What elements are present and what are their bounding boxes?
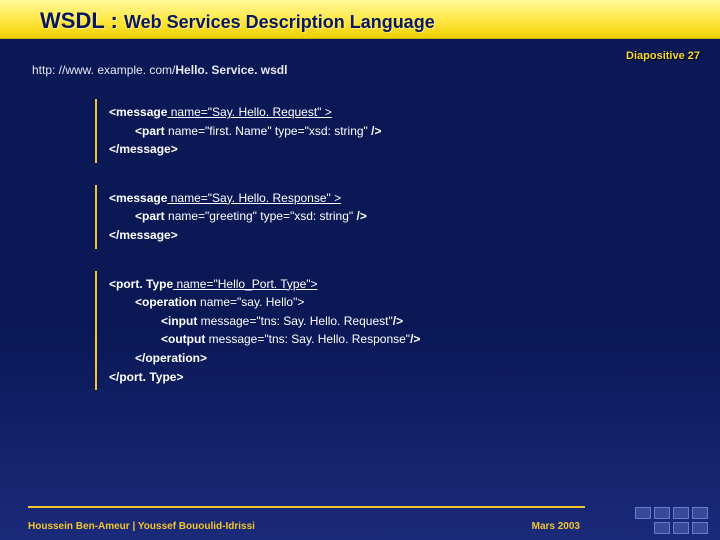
footer-author: Houssein Ben-Ameur | Youssef Bououlid-Id… [28, 521, 255, 532]
message-request-block: <message name="Say. Hello. Request" > <p… [95, 99, 720, 163]
porttype-block: <port. Type name="Hello_Port. Type"> <op… [95, 271, 720, 391]
message-response-block: <message name="Say. Hello. Response" > <… [95, 185, 720, 249]
slide-footer: Houssein Ben-Ameur | Youssef Bououlid-Id… [0, 506, 720, 540]
slide-header: WSDL : Web Services Description Language [0, 0, 720, 39]
footer-decoration [635, 504, 708, 534]
slide-title: WSDL : Web Services Description Language [40, 8, 720, 34]
code-content: <message name="Say. Hello. Request" > <p… [95, 99, 720, 390]
footer-date: Mars 2003 [532, 521, 580, 532]
slide-number-badge: Diapositive 27 [620, 48, 706, 64]
footer-divider [28, 506, 585, 508]
title-sub: Web Services Description Language [124, 12, 435, 32]
url-file: Hello. Service. wsdl [175, 63, 287, 77]
url-prefix: http: //www. example. com/ [32, 63, 175, 77]
title-main: WSDL : [40, 8, 118, 33]
wsdl-url: http: //www. example. com/Hello. Service… [32, 63, 720, 77]
